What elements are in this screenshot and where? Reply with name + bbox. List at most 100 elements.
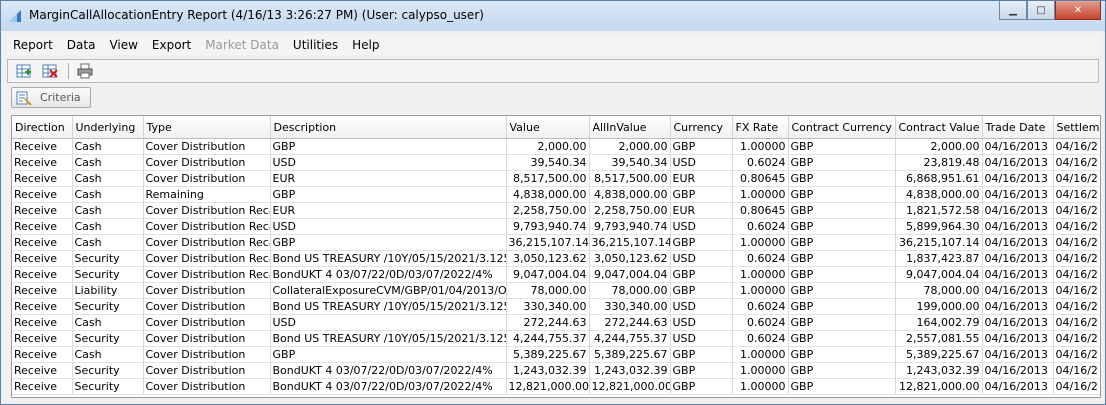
table-cell: Receive — [12, 170, 73, 187]
table-cell: 04/16/2013 — [982, 138, 1054, 155]
table-cell: 04/16/2 — [1053, 330, 1100, 347]
toolbar — [7, 59, 1099, 83]
table-cell: GBP — [670, 378, 733, 395]
table-row[interactable]: Receive Security Cover Distribution Recall… — [12, 250, 1100, 267]
table-cell: 04/16/2 — [1053, 346, 1100, 363]
column-header-trade-date[interactable]: Trade Date — [982, 116, 1054, 139]
table-cell: Cover Distribution — [143, 330, 271, 347]
table-cell: Security — [72, 378, 144, 395]
add-grid-icon[interactable] — [16, 63, 32, 79]
table-cell: 04/16/2013 — [982, 266, 1054, 283]
table-row[interactable]: Receive Cash Cover Distribution GBP 2,000.00… — [12, 138, 1100, 155]
table-cell: 4,244,755.37 — [506, 330, 590, 347]
table-cell: GBP — [270, 138, 507, 155]
table-cell: 04/16/2 — [1053, 362, 1100, 379]
table-cell: Security — [72, 298, 144, 315]
menu-report[interactable]: Report — [7, 38, 59, 52]
column-header-currency[interactable]: Currency — [670, 116, 733, 139]
table-cell: 04/16/2013 — [982, 314, 1054, 331]
column-header-type[interactable]: Type — [143, 116, 271, 139]
table-cell: BondUKT 4 03/07/22/0D/03/07/2022/4% — [270, 266, 507, 283]
table-cell: GBP — [670, 186, 733, 203]
print-icon[interactable] — [77, 63, 93, 79]
table-cell: EUR — [670, 170, 733, 187]
table-cell: 04/16/2 — [1053, 170, 1100, 187]
menu-market-data[interactable]: Market Data — [199, 38, 285, 52]
column-header-settlement-date[interactable]: Settlem — [1053, 116, 1100, 139]
table-cell: GBP — [670, 138, 733, 155]
table-cell: GBP — [788, 330, 896, 347]
table-row[interactable]: Receive Cash Cover Distribution Recall EUR 2… — [12, 202, 1100, 219]
menu-export[interactable]: Export — [146, 38, 197, 52]
column-header-underlying[interactable]: Underlying — [72, 116, 144, 139]
table-cell: 1.00000 — [732, 378, 789, 395]
table-cell: 04/16/2 — [1053, 282, 1100, 299]
table-cell: 04/16/2013 — [982, 346, 1054, 363]
table-cell: 5,389,225.67 — [506, 346, 590, 363]
column-header-value[interactable]: Value — [506, 116, 590, 139]
column-header-fx-rate[interactable]: FX Rate — [732, 116, 789, 139]
close-button[interactable]: ✕ — [1055, 1, 1101, 20]
table-cell: 1.00000 — [732, 362, 789, 379]
criteria-button[interactable]: Criteria — [11, 87, 91, 108]
table-row[interactable]: Receive Cash Cover Distribution USD 272,244.… — [12, 314, 1100, 331]
table-cell: Receive — [12, 298, 73, 315]
table-cell: 2,000.00 — [589, 138, 671, 155]
minimize-button[interactable]: ▁ — [999, 1, 1027, 20]
table-cell: BondUKT 4 03/07/22/0D/03/07/2022/4% — [270, 378, 507, 395]
table-cell: 04/16/2013 — [982, 362, 1054, 379]
table-cell: Remaining — [143, 186, 271, 203]
table-cell: Receive — [12, 234, 73, 251]
table-cell: GBP — [788, 154, 896, 171]
table-cell: 199,000.00 — [895, 298, 983, 315]
column-header-description[interactable]: Description — [270, 116, 507, 139]
maximize-button[interactable]: □ — [1027, 1, 1055, 20]
table-cell: EUR — [270, 202, 507, 219]
title-bar[interactable]: MarginCallAllocationEntry Report (4/16/1… — [1, 1, 1105, 31]
table-cell: 04/16/2 — [1053, 234, 1100, 251]
table-cell: GBP — [670, 282, 733, 299]
menu-view[interactable]: View — [103, 38, 143, 52]
table-row[interactable]: Receive Cash Cover Distribution USD 39,540.3… — [12, 154, 1100, 171]
table-cell: 8,517,500.00 — [506, 170, 590, 187]
table-cell: 78,000.00 — [506, 282, 590, 299]
table-row[interactable]: Receive Cash Cover Distribution Recall USD 9… — [12, 218, 1100, 235]
menu-data[interactable]: Data — [61, 38, 102, 52]
column-header-direction[interactable]: Direction — [12, 116, 73, 139]
table-cell: 04/16/2013 — [982, 234, 1054, 251]
table-row[interactable]: Receive Security Cover Distribution Bond US… — [12, 298, 1100, 315]
menu-help[interactable]: Help — [346, 38, 385, 52]
table-cell: GBP — [670, 346, 733, 363]
table-cell: GBP — [788, 250, 896, 267]
table-cell: USD — [670, 298, 733, 315]
table-body: Receive Cash Cover Distribution GBP 2,000.00… — [12, 138, 1100, 395]
table-row[interactable]: Receive Cash Cover Distribution EUR 8,517,50… — [12, 170, 1100, 187]
criteria-label: Criteria — [40, 91, 81, 104]
table-row[interactable]: Receive Security Cover Distribution BondUKT… — [12, 378, 1100, 395]
table-row[interactable]: Receive Security Cover Distribution Bond US… — [12, 330, 1100, 347]
table-row[interactable]: Receive Cash Cover Distribution Recall GBP 3… — [12, 234, 1100, 251]
menu-utilities[interactable]: Utilities — [287, 38, 344, 52]
table-row[interactable]: Receive Cash Cover Distribution GBP 5,389,22… — [12, 346, 1100, 363]
report-grid[interactable]: Direction Underlying Type Description Va… — [11, 115, 1101, 398]
column-header-allinvalue[interactable]: AllInValue — [589, 116, 671, 139]
app-logo-icon — [9, 10, 21, 22]
table-cell: 330,340.00 — [589, 298, 671, 315]
table-cell: GBP — [670, 362, 733, 379]
table-cell: Receive — [12, 218, 73, 235]
table-cell: 9,793,940.74 — [589, 218, 671, 235]
table-row[interactable]: Receive Security Cover Distribution BondUKT… — [12, 362, 1100, 379]
column-header-contract-value[interactable]: Contract Value — [895, 116, 983, 139]
table-row[interactable]: Receive Security Cover Distribution Recall… — [12, 266, 1100, 283]
table-row[interactable]: Receive Cash Remaining GBP 4,838,000.00 4,838… — [12, 186, 1100, 203]
table-cell: GBP — [788, 378, 896, 395]
table-cell: 2,000.00 — [506, 138, 590, 155]
column-header-contract-currency[interactable]: Contract Currency — [788, 116, 896, 139]
table-cell: 0.6024 — [732, 330, 789, 347]
table-cell: Receive — [12, 314, 73, 331]
table-row[interactable]: Receive Liability Cover Distribution Collat… — [12, 282, 1100, 299]
table-cell: 04/16/2013 — [982, 378, 1054, 395]
table-cell: EUR — [270, 170, 507, 187]
delete-grid-icon[interactable] — [42, 63, 58, 79]
report-window: MarginCallAllocationEntry Report (4/16/1… — [0, 0, 1106, 405]
